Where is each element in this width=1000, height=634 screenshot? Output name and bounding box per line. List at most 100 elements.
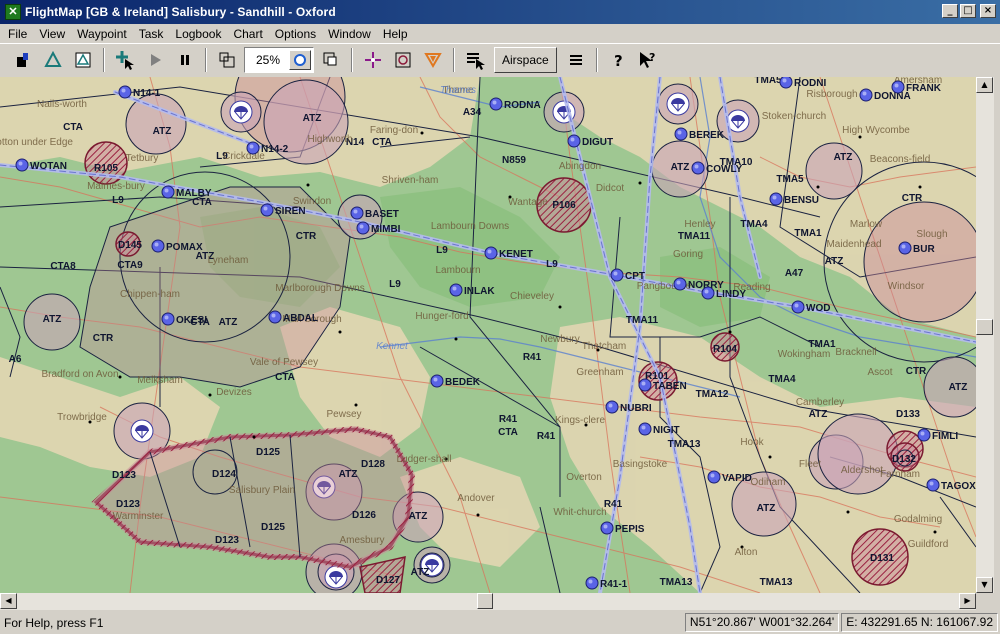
waypoint-label: TAGOX — [941, 481, 976, 492]
thermal-button[interactable] — [391, 48, 415, 72]
waypoint-marker[interactable]: N14-2 — [246, 141, 289, 155]
menu-chart[interactable]: Chart — [227, 25, 268, 43]
place-label: Wotton under Edge — [0, 137, 73, 148]
minimize-button[interactable]: _ — [942, 4, 958, 18]
place-label: Wantage — [508, 197, 548, 208]
close-button[interactable]: × — [980, 4, 996, 18]
waypoint-marker[interactable]: ABDAL — [268, 310, 318, 324]
waypoint-label: CPT — [625, 271, 645, 282]
waypoint-marker[interactable]: BUR — [898, 241, 935, 255]
waypoint-marker[interactable]: DIGUT — [567, 134, 613, 148]
waypoint-marker[interactable]: VAPID — [707, 470, 752, 484]
waypoint-marker[interactable]: PEPIS — [600, 521, 645, 535]
vertical-scroll-thumb[interactable] — [976, 319, 993, 335]
waypoint-marker[interactable]: LINDY — [701, 286, 746, 300]
waypoint-marker[interactable]: INLAK — [449, 283, 495, 297]
help-button[interactable]: ? — [606, 48, 630, 72]
waypoint-marker[interactable]: KENET — [484, 246, 533, 260]
waypoint-marker[interactable]: SIREN — [260, 203, 306, 217]
play-button[interactable] — [143, 48, 167, 72]
waypoint-marker[interactable]: MIMBI — [356, 221, 401, 235]
waypoint-marker[interactable]: OKESI — [161, 312, 207, 326]
waypoint-marker[interactable]: COWLY — [691, 161, 743, 175]
place-label: Didcot — [596, 183, 625, 194]
waypoint-marker[interactable]: CPT — [610, 268, 645, 282]
menu-options[interactable]: Options — [269, 25, 322, 43]
waypoint-marker[interactable]: MALBY — [161, 185, 212, 199]
waypoint-label: BUR — [913, 244, 935, 255]
context-help-button[interactable]: ? — [636, 48, 660, 72]
place-label: Kennet — [376, 341, 409, 352]
scroll-down-arrow[interactable]: ▼ — [976, 577, 993, 593]
scroll-corner — [976, 593, 1000, 610]
zoom-level-field[interactable]: 25% — [244, 47, 314, 73]
task-triangle-button[interactable] — [41, 48, 65, 72]
waypoint-marker[interactable]: RODNA — [489, 97, 541, 111]
waypoint-marker[interactable]: NUBRI — [605, 400, 652, 414]
airspace-label: R41 — [523, 352, 542, 363]
add-waypoint-button[interactable] — [113, 48, 137, 72]
airspace-button[interactable]: Airspace — [494, 47, 557, 73]
place-label: Goring — [673, 249, 703, 260]
gps-device-button[interactable] — [11, 48, 35, 72]
airspace-label: TMA5 — [776, 174, 804, 185]
waypoint-label: R41-1 — [600, 579, 628, 590]
waypoint-label: FIMLI — [932, 431, 958, 442]
waypoint-marker[interactable]: BENSU — [769, 192, 819, 206]
waypoint-marker[interactable]: FIMLI — [917, 428, 958, 442]
horizontal-scrollbar[interactable]: ◀ ▶ — [0, 593, 976, 610]
airspace-label: D133 — [896, 409, 920, 420]
waypoint-label: NUBRI — [620, 403, 652, 414]
waypoint-label: WOTAN — [30, 161, 67, 172]
waypoint-marker[interactable]: RODNI — [779, 77, 826, 89]
status-help-text: For Help, press F1 — [4, 615, 104, 630]
scroll-right-arrow[interactable]: ▶ — [959, 593, 976, 609]
airspace-label: D125 — [261, 522, 285, 533]
menu-window[interactable]: Window — [322, 25, 377, 43]
waypoint-marker[interactable]: POMAX — [151, 239, 203, 253]
waypoint-marker[interactable]: BASET — [350, 206, 399, 220]
waypoint-marker[interactable]: NIGIT — [638, 422, 680, 436]
waypoint-marker[interactable]: WOTAN — [15, 158, 67, 172]
title-bar[interactable]: ✕ FlightMap [GB & Ireland] Salisbury - S… — [0, 0, 1000, 24]
zoom-in-button[interactable] — [319, 48, 343, 72]
zoom-out-button[interactable] — [215, 48, 239, 72]
waypoint-marker[interactable]: BEREK — [674, 127, 725, 141]
move-button[interactable] — [361, 48, 385, 72]
question-mark-icon: ? — [614, 52, 623, 69]
place-label: Ludger-shall — [396, 454, 451, 465]
select-layers-button[interactable] — [463, 48, 487, 72]
parachute-icon — [324, 565, 348, 589]
scroll-left-arrow[interactable]: ◀ — [0, 593, 17, 609]
horizontal-scroll-thumb[interactable] — [477, 593, 493, 609]
menu-view[interactable]: View — [33, 25, 71, 43]
waypoint-label: WOD — [806, 303, 830, 314]
airspace-label: N859 — [502, 155, 526, 166]
menu-waypoint[interactable]: Waypoint — [71, 25, 133, 43]
scroll-up-arrow[interactable]: ▲ — [976, 77, 993, 93]
place-label: Aldershot — [841, 465, 883, 476]
menu-task[interactable]: Task — [133, 25, 170, 43]
vertical-scrollbar[interactable]: ▲ ▼ — [976, 77, 994, 593]
menu-help[interactable]: Help — [377, 25, 414, 43]
waypoint-marker[interactable]: FRANK — [891, 80, 942, 94]
window-title: FlightMap [GB & Ireland] Salisbury - San… — [25, 5, 336, 19]
waypoint-marker[interactable]: TABEN — [638, 378, 687, 392]
waypoint-marker[interactable]: BEDEK — [430, 374, 481, 388]
map-canvas[interactable]: ATZ ATZ ATZ ATZ ATZ ATZ ATZ ATZ ATZ ATZ ATZ ATZ ATZ A… — [0, 77, 976, 593]
menu-file[interactable]: File — [2, 25, 33, 43]
waypoint-marker[interactable]: TAGOX — [926, 478, 976, 492]
maximize-button[interactable]: □ — [960, 4, 976, 18]
filter-button[interactable] — [421, 48, 445, 72]
waypoint-marker[interactable]: R41-1 — [585, 576, 628, 590]
zoom-dial-button[interactable] — [289, 50, 311, 70]
waypoint-marker[interactable]: N14-1 — [118, 85, 161, 99]
pause-button[interactable] — [173, 48, 197, 72]
menu-logbook[interactable]: Logbook — [169, 25, 227, 43]
waypoint-marker[interactable]: WOD — [791, 300, 830, 314]
toolbar-separator — [595, 48, 598, 72]
airspace-label: ATZ — [303, 113, 322, 124]
task-window-button[interactable] — [71, 48, 95, 72]
map-view[interactable]: ATZ ATZ ATZ ATZ ATZ ATZ ATZ ATZ ATZ ATZ ATZ ATZ ATZ A… — [0, 77, 976, 593]
list-menu-button[interactable] — [564, 48, 588, 72]
